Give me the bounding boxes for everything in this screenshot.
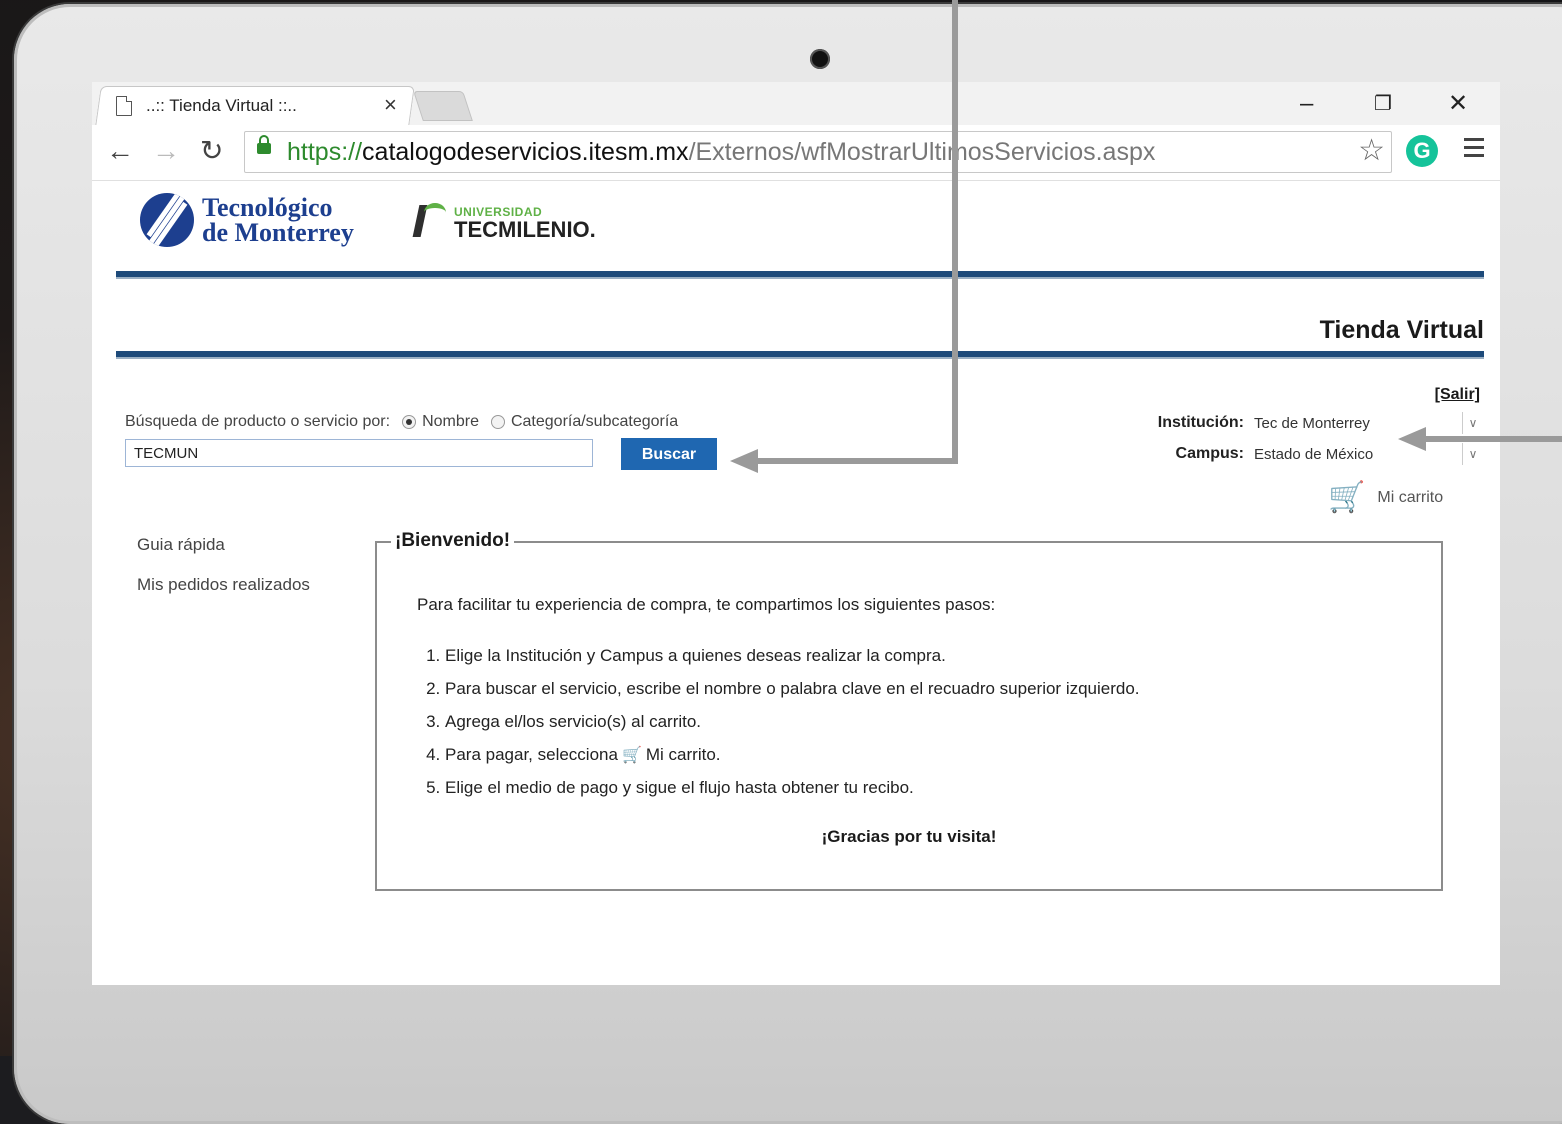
- step-item: Elige el medio de pago y sigue el flujo …: [445, 775, 1140, 808]
- page-title: Tienda Virtual: [1319, 316, 1484, 344]
- page-content: Tecnológico de Monterrey UNIVERSIDAD TEC…: [92, 181, 1500, 985]
- step-item: Agrega el/los servicio(s) al carrito.: [445, 709, 1140, 742]
- radio-categoria-label[interactable]: Categoría/subcategoría: [511, 413, 678, 431]
- tab-title: ..:: Tienda Virtual ::..: [146, 95, 297, 115]
- campus-select[interactable]: Estado de México: [1254, 446, 1462, 463]
- browser-window: ..:: Tienda Virtual ::.. × – ❐ ✕ ← → ↻ h…: [92, 82, 1500, 985]
- institution-label: Institución:: [1157, 414, 1244, 431]
- page-icon: [116, 95, 132, 116]
- step-item: Para buscar el servicio, escribe el nomb…: [445, 676, 1140, 709]
- step-item: Elige la Institución y Campus a quienes …: [445, 643, 1140, 676]
- sidebar-item-guia-rapida[interactable]: Guia rápida: [137, 535, 310, 555]
- tecmilenio-logo-text: UNIVERSIDAD TECMILENIO.: [454, 203, 596, 242]
- url-host: catalogodeservicios.itesm.mx: [362, 138, 689, 166]
- chevron-down-icon[interactable]: ∨: [1462, 443, 1483, 465]
- annotation-arrow-search-icon: [730, 449, 758, 473]
- tec-logo-text: Tecnológico de Monterrey: [202, 193, 354, 247]
- annotation-line-horizontal: [756, 458, 958, 464]
- chevron-down-icon[interactable]: ∨: [1462, 412, 1483, 434]
- tab-strip: ..:: Tienda Virtual ::.. × – ❐ ✕: [92, 82, 1500, 126]
- browser-toolbar: ← → ↻ https://catalogodeservicios.itesm.…: [92, 125, 1500, 181]
- url-text: https://catalogodeservicios.itesm.mx/Ext…: [287, 137, 1155, 167]
- thanks-message: ¡Gracias por tu visita!: [821, 827, 997, 846]
- step-4-suffix: Mi carrito.: [645, 745, 721, 764]
- welcome-title: ¡Bienvenido!: [391, 530, 515, 552]
- welcome-intro: Para facilitar tu experiencia de compra,…: [417, 595, 996, 614]
- cart-link[interactable]: 🛒 Mi carrito: [1328, 481, 1443, 515]
- steps-list: Elige la Institución y Campus a quienes …: [417, 643, 1140, 808]
- tecmilenio-logo[interactable]: UNIVERSIDAD TECMILENIO.: [410, 203, 596, 242]
- radio-nombre[interactable]: [402, 415, 417, 429]
- sidebar-item-mis-pedidos[interactable]: Mis pedidos realizados: [137, 575, 310, 595]
- header-divider-bottom: [116, 351, 1484, 359]
- grammarly-extension-icon[interactable]: G: [1406, 135, 1438, 167]
- address-bar[interactable]: https://catalogodeservicios.itesm.mx/Ext…: [244, 131, 1392, 173]
- tecmilenio-logo-big: TECMILENIO.: [454, 217, 596, 242]
- search-label: Búsqueda de producto o servicio por:: [125, 413, 391, 430]
- tec-de-monterrey-logo[interactable]: Tecnológico de Monterrey: [140, 193, 354, 247]
- cart-label[interactable]: Mi carrito: [1377, 489, 1443, 507]
- url-scheme: https://: [287, 138, 363, 166]
- reload-icon[interactable]: ↻: [200, 135, 223, 167]
- back-arrow-icon[interactable]: ←: [106, 135, 134, 167]
- tec-seal-icon: [140, 193, 194, 247]
- logout-link[interactable]: [Salir]: [1435, 386, 1480, 404]
- campus-label: Campus:: [1175, 445, 1244, 462]
- shopping-cart-icon: 🛒: [621, 747, 642, 764]
- radio-nombre-label[interactable]: Nombre: [422, 413, 479, 431]
- new-tab-button[interactable]: [413, 91, 473, 121]
- search-button[interactable]: Buscar: [621, 438, 717, 470]
- menu-icon[interactable]: [1464, 138, 1484, 162]
- webcam: [810, 49, 830, 69]
- welcome-panel: ¡Bienvenido! Para facilitar tu experienc…: [375, 530, 1443, 891]
- restore-icon[interactable]: ❐: [1374, 90, 1392, 118]
- header-divider-top: [116, 271, 1484, 279]
- browser-tab-content: ..:: Tienda Virtual ::..: [116, 86, 366, 125]
- bookmark-star-icon[interactable]: ☆: [1358, 135, 1385, 167]
- tab-close-icon[interactable]: ×: [384, 90, 397, 120]
- lock-icon: [257, 135, 271, 154]
- side-navigation: Guia rápida Mis pedidos realizados: [137, 535, 310, 615]
- tec-logo-line1: Tecnológico: [202, 193, 333, 222]
- url-path: /Externos/wfMostrarUltimosServicios.aspx: [688, 138, 1156, 166]
- forward-arrow-icon[interactable]: →: [152, 135, 180, 167]
- minimize-icon[interactable]: –: [1300, 90, 1313, 118]
- institution-select[interactable]: Tec de Monterrey: [1254, 415, 1462, 432]
- step-4-text: Para pagar, selecciona: [445, 745, 618, 764]
- tec-logo-line2: de Monterrey: [202, 218, 354, 247]
- step-item: Para pagar, selecciona🛒Mi carrito.: [445, 742, 1140, 775]
- annotation-line-right: [1424, 436, 1562, 442]
- annotation-arrow-selector-icon: [1398, 427, 1426, 451]
- shopping-cart-icon[interactable]: 🛒: [1328, 481, 1365, 515]
- radio-categoria[interactable]: [490, 415, 505, 429]
- search-options: Búsqueda de producto o servicio por: Nom…: [125, 413, 678, 431]
- close-window-icon[interactable]: ✕: [1448, 90, 1468, 118]
- search-input[interactable]: TECMUN: [125, 439, 593, 467]
- annotation-line-vertical: [952, 0, 958, 464]
- tecmilenio-mark-icon: [410, 203, 446, 239]
